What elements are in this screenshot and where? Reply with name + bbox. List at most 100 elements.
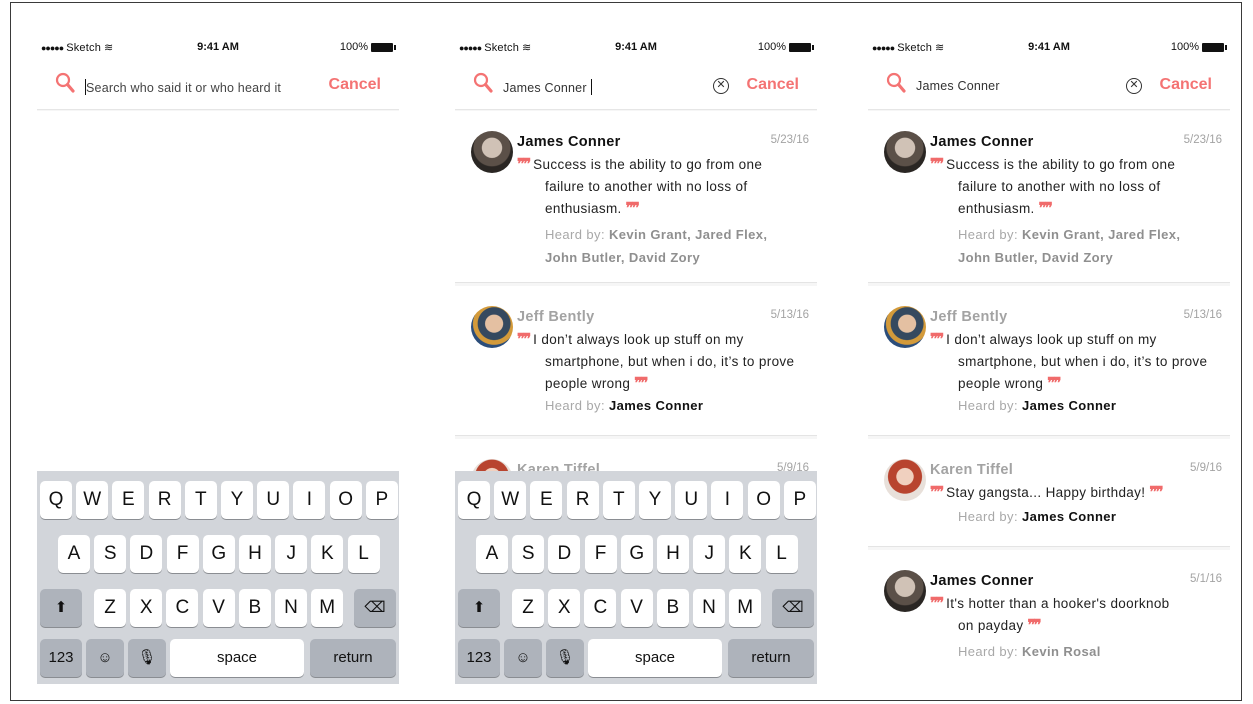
search-placeholder: Search who said it or who heard it	[86, 81, 282, 95]
search-bar: Search who said it or who heard it Cance…	[37, 60, 399, 110]
key-g[interactable]: G	[202, 535, 235, 573]
key-n[interactable]: N	[275, 589, 307, 627]
search-input[interactable]: James Conner	[503, 79, 592, 95]
key-z[interactable]: Z	[94, 589, 126, 627]
cancel-button[interactable]: Cancel	[1160, 76, 1212, 94]
key-f[interactable]: F	[584, 535, 617, 573]
author-name: Jeff Bently	[930, 309, 1008, 325]
key-r[interactable]: R	[148, 481, 181, 519]
key-u[interactable]: U	[675, 481, 708, 519]
quote-open-icon: ❞❞	[517, 156, 531, 173]
key-m[interactable]: M	[729, 589, 762, 627]
key-l[interactable]: L	[765, 535, 798, 573]
clear-search-icon[interactable]: ✕	[713, 78, 729, 94]
key-b[interactable]: B	[656, 589, 689, 627]
key-y[interactable]: Y	[221, 481, 253, 519]
key-x[interactable]: X	[130, 589, 163, 627]
key-x[interactable]: X	[548, 589, 581, 627]
key-h[interactable]: H	[239, 535, 271, 573]
key-u[interactable]: U	[257, 481, 290, 519]
key-k[interactable]: K	[311, 535, 344, 573]
list-item[interactable]: James Conner 5/1/16 ❞❞ It's hotter than a…	[868, 550, 1230, 684]
cancel-button[interactable]: Cancel	[329, 76, 381, 94]
key-r[interactable]: R	[566, 481, 599, 519]
key-a[interactable]: A	[476, 535, 508, 573]
key-k[interactable]: K	[729, 535, 762, 573]
key-z[interactable]: Z	[512, 589, 544, 627]
key-e[interactable]: E	[112, 481, 145, 519]
key-v[interactable]: V	[620, 589, 653, 627]
battery: 100%	[758, 41, 814, 53]
key-h[interactable]: H	[657, 535, 689, 573]
key-w[interactable]: W	[76, 481, 109, 519]
list-item[interactable]: James Conner 5/23/16 ❞❞ Success is the ab…	[868, 111, 1230, 283]
heard-by: Heard by: Kevin Rosal	[958, 644, 1101, 659]
key-s[interactable]: S	[512, 535, 545, 573]
author-name: James Conner	[930, 573, 1034, 589]
shift-key[interactable]: ⬆	[40, 589, 82, 627]
key-g[interactable]: G	[620, 535, 653, 573]
key-o[interactable]: O	[329, 481, 362, 519]
key-p[interactable]: P	[365, 481, 398, 519]
key-v[interactable]: V	[202, 589, 235, 627]
search-bar: James Conner ✕ Cancel	[455, 60, 817, 110]
key-d[interactable]: D	[130, 535, 163, 573]
key-j[interactable]: J	[693, 535, 726, 573]
return-key[interactable]: return	[728, 639, 814, 677]
key-q[interactable]: Q	[458, 481, 490, 519]
key-p[interactable]: P	[783, 481, 816, 519]
key-j[interactable]: J	[275, 535, 308, 573]
empty-results-area	[37, 111, 399, 471]
delete-key[interactable]: ⌫	[772, 589, 814, 627]
numbers-key[interactable]: 123	[458, 639, 500, 677]
search-input[interactable]: Search who said it or who heard it	[85, 79, 281, 95]
emoji-key[interactable]: ☺	[86, 639, 124, 677]
key-t[interactable]: T	[602, 481, 635, 519]
numbers-key[interactable]: 123	[40, 639, 82, 677]
key-n[interactable]: N	[693, 589, 725, 627]
key-a[interactable]: A	[58, 535, 90, 573]
list-item[interactable]: Jeff Bently 5/13/16 ❞❞ I don’t always loo…	[455, 286, 817, 436]
key-l[interactable]: L	[347, 535, 380, 573]
key-i[interactable]: I	[711, 481, 744, 519]
key-q[interactable]: Q	[40, 481, 72, 519]
heard-by-continued: John Butler, David Zory	[545, 250, 701, 265]
return-key[interactable]: return	[310, 639, 396, 677]
quote-text: ❞❞ I don’t always look up stuff on my smar…	[517, 331, 795, 392]
clear-search-icon[interactable]: ✕	[1126, 78, 1142, 94]
quote-open-icon: ❞❞	[930, 484, 944, 501]
key-f[interactable]: F	[166, 535, 199, 573]
delete-key[interactable]: ⌫	[354, 589, 396, 627]
space-key[interactable]: space	[170, 639, 304, 677]
key-t[interactable]: T	[184, 481, 217, 519]
key-s[interactable]: S	[94, 535, 127, 573]
battery-icon	[371, 42, 396, 52]
list-item[interactable]: Karen Tiffel 5/9/16 ❞❞ Stay gangsta... Ha…	[868, 439, 1230, 547]
key-c[interactable]: C	[584, 589, 617, 627]
key-b[interactable]: B	[238, 589, 271, 627]
mic-key[interactable]: 🎙	[546, 639, 584, 677]
key-m[interactable]: M	[311, 589, 344, 627]
key-c[interactable]: C	[166, 589, 199, 627]
search-icon	[473, 72, 493, 93]
quote-date: 5/1/16	[1190, 573, 1222, 585]
key-w[interactable]: W	[494, 481, 527, 519]
shift-key[interactable]: ⬆	[458, 589, 500, 627]
list-item[interactable]: Jeff Bently 5/13/16 ❞❞ I don’t always loo…	[868, 286, 1230, 436]
status-bar: ●●●●● Sketch ≋ 9:41 AM 100%	[868, 34, 1230, 60]
key-y[interactable]: Y	[639, 481, 671, 519]
battery: 100%	[1171, 41, 1227, 53]
key-d[interactable]: D	[548, 535, 581, 573]
heard-by: Heard by: James Conner	[958, 398, 1117, 413]
cancel-button[interactable]: Cancel	[747, 76, 799, 94]
emoji-key[interactable]: ☺	[504, 639, 542, 677]
space-key[interactable]: space	[588, 639, 722, 677]
key-i[interactable]: I	[293, 481, 326, 519]
key-e[interactable]: E	[530, 481, 563, 519]
author-name: James Conner	[930, 134, 1034, 150]
key-o[interactable]: O	[747, 481, 780, 519]
heard-by: Heard by: James Conner	[545, 398, 704, 413]
search-input[interactable]: James Conner	[916, 79, 1000, 93]
list-item[interactable]: James Conner 5/23/16 ❞❞ Success is the ab…	[455, 111, 817, 283]
mic-key[interactable]: 🎙	[128, 639, 166, 677]
